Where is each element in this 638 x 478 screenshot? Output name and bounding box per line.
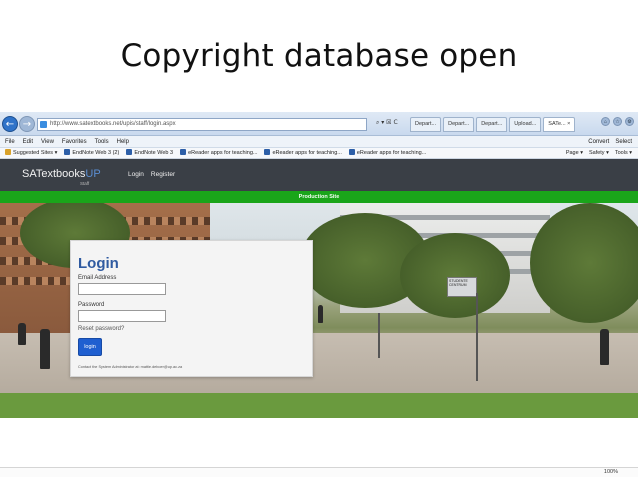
favorites-star-icon[interactable]: ☆ xyxy=(613,117,622,126)
favorite-suggested-sites[interactable]: Suggested Sites ▾ xyxy=(5,148,57,159)
tab-upload[interactable]: Upload... xyxy=(509,117,542,132)
tree xyxy=(400,233,510,318)
back-arrow-icon[interactable]: ← xyxy=(2,116,18,132)
tab-satextbooks[interactable]: SATe... × xyxy=(543,117,576,132)
nav-register-link[interactable]: Register xyxy=(151,171,175,178)
favorite-ereader-1[interactable]: eReader apps for teaching... xyxy=(180,148,257,159)
brand-accent: UP xyxy=(85,168,101,180)
favorite-ereader-2[interactable]: eReader apps for teaching... xyxy=(264,148,342,159)
ereader-icon xyxy=(180,149,187,155)
person xyxy=(40,329,50,369)
password-label: Password xyxy=(78,302,105,308)
tab-depart-2[interactable]: Depart... xyxy=(443,117,475,132)
lamp-post xyxy=(378,313,380,358)
campus-sign: STUDENTE CENTRUM xyxy=(447,277,477,297)
login-title: Login xyxy=(78,255,119,272)
home-icon[interactable]: ⌂ xyxy=(601,117,610,126)
person xyxy=(600,329,609,365)
star-icon xyxy=(5,149,11,155)
favorite-label: EndNote Web 3 (2) xyxy=(72,150,120,156)
slide-title: Copyright database open xyxy=(120,38,518,74)
url-text: http://www.satextbooks.net/upis/staff/lo… xyxy=(50,121,176,127)
window-controls: ⌂ ☆ ⚙ xyxy=(601,117,634,126)
person xyxy=(318,305,323,323)
tab-depart-3[interactable]: Depart... xyxy=(476,117,508,132)
url-input[interactable]: http://www.satextbooks.net/upis/staff/lo… xyxy=(37,118,367,131)
site-favicon-icon xyxy=(40,121,47,128)
tree xyxy=(530,203,638,323)
site-nav: Login Register xyxy=(128,171,175,178)
safety-menu[interactable]: Safety ▾ xyxy=(589,148,609,159)
favorite-endnote[interactable]: EndNote Web 3 xyxy=(126,148,173,159)
favorite-label: Suggested Sites ▾ xyxy=(13,150,58,156)
menu-view[interactable]: View xyxy=(41,136,54,148)
endnote-icon xyxy=(64,149,71,155)
favorites-bar: Suggested Sites ▾ EndNote Web 3 (2) EndN… xyxy=(0,148,638,159)
favorite-label: EndNote Web 3 xyxy=(134,150,174,156)
ereader-icon xyxy=(348,149,355,155)
person xyxy=(18,323,26,345)
favorite-label: eReader apps for teaching... xyxy=(356,150,427,156)
password-input[interactable] xyxy=(78,310,166,322)
site-logo[interactable]: SATextbooksUP xyxy=(22,168,101,180)
zoom-level[interactable]: 100% xyxy=(604,469,618,475)
favorite-endnote-2[interactable]: EndNote Web 3 (2) xyxy=(64,148,119,159)
ereader-icon xyxy=(264,149,271,155)
menu-favorites[interactable]: Favorites xyxy=(62,136,87,148)
favorite-ereader-3[interactable]: eReader apps for teaching... xyxy=(348,148,427,159)
convert-button[interactable]: Convert xyxy=(588,136,609,148)
contact-admin-text: Contact the System Administrator at: mat… xyxy=(78,365,183,369)
favorite-label: eReader apps for teaching... xyxy=(188,150,258,156)
grass-lawn xyxy=(0,393,638,418)
menu-tools[interactable]: Tools xyxy=(95,136,109,148)
menu-file[interactable]: File xyxy=(5,136,15,148)
gear-icon[interactable]: ⚙ xyxy=(625,117,634,126)
email-input[interactable] xyxy=(78,283,166,295)
brand-subtitle: Staff xyxy=(80,181,90,186)
menu-bar: File Edit View Favorites Tools Help Conv… xyxy=(0,136,638,148)
select-button[interactable]: Select xyxy=(615,136,632,148)
login-panel: Login Email Address Password Reset passw… xyxy=(70,240,313,377)
menu-edit[interactable]: Edit xyxy=(23,136,33,148)
nav-login-link[interactable]: Login xyxy=(128,171,144,178)
tab-depart-1[interactable]: Depart... xyxy=(410,117,442,132)
status-bar: 100% xyxy=(0,467,638,477)
email-label: Email Address xyxy=(78,275,117,281)
address-bar: ← → http://www.satextbooks.net/upis/staf… xyxy=(0,112,638,136)
tab-strip: Depart... Depart... Depart... Upload... … xyxy=(410,117,576,134)
url-tools[interactable]: ⌕ ▾ ☒ C xyxy=(376,119,398,127)
browser-window: ← → http://www.satextbooks.net/upis/staf… xyxy=(0,112,638,477)
endnote-icon xyxy=(126,149,133,155)
production-site-banner: Production Site xyxy=(0,191,638,203)
favorite-label: eReader apps for teaching... xyxy=(272,150,342,156)
brand-name: SATextbooks xyxy=(22,168,86,180)
forward-arrow-icon[interactable]: → xyxy=(19,116,35,132)
lamp-post xyxy=(476,293,478,381)
menu-help[interactable]: Help xyxy=(117,136,129,148)
site-header: SATextbooksUP Staff Login Register xyxy=(0,159,638,191)
page-menu[interactable]: Page ▾ xyxy=(566,148,583,159)
reset-password-link[interactable]: Reset password? xyxy=(78,326,124,332)
tools-menu[interactable]: Tools ▾ xyxy=(615,148,632,159)
login-button[interactable]: login xyxy=(78,338,102,356)
